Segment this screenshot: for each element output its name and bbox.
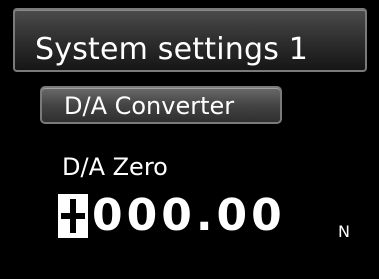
- da-converter-button-label: D/A Converter: [64, 92, 235, 120]
- value-digits: 000.00: [92, 190, 286, 241]
- unit-label: N: [338, 222, 350, 241]
- page-title: System settings 1: [35, 32, 309, 67]
- device-screen: System settings 1 D/A Converter D/A Zero…: [0, 0, 379, 279]
- da-converter-button[interactable]: D/A Converter: [40, 86, 282, 124]
- title-bar: System settings 1: [13, 8, 367, 72]
- sign-cursor-plus-icon[interactable]: [58, 194, 88, 238]
- da-zero-label: D/A Zero: [62, 153, 168, 181]
